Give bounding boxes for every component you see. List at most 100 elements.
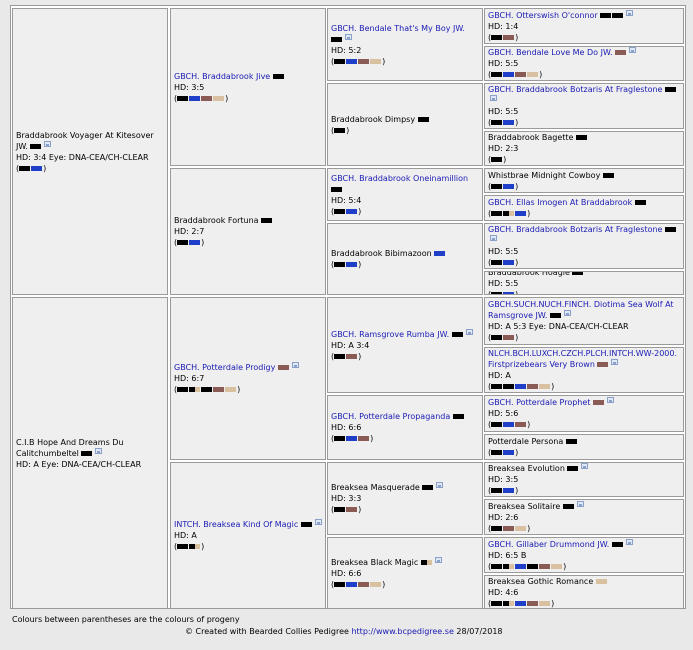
brown-colour-swatch xyxy=(346,353,358,359)
dog-name: Breaksea Masquerade xyxy=(331,483,420,492)
health-info: HD: 3:5 xyxy=(174,82,205,92)
black-colour-swatch xyxy=(602,172,614,178)
dog-name-link[interactable]: GBCH. Ramsgrove Rumba JW. xyxy=(331,330,449,339)
black-colour-swatch xyxy=(177,95,189,101)
black-colour-swatch xyxy=(452,414,464,419)
photo-icon[interactable] xyxy=(345,33,352,40)
pedigree-cell-g4-16: Breaksea Gothic Romance HD: 4:6() xyxy=(484,575,684,609)
black-colour-swatch xyxy=(19,165,31,171)
photo-icon[interactable] xyxy=(576,500,584,507)
dog-name-link[interactable]: GBCH. Braddabrook Jive xyxy=(174,72,270,81)
brown-colour-swatch xyxy=(615,50,627,55)
photo-icon[interactable] xyxy=(95,447,103,454)
dog-name: Braddabrook Dimpsy xyxy=(331,114,416,124)
credit-link[interactable]: http://www.bcpedigree.se xyxy=(351,627,453,636)
pedigree-cell-g4-7: GBCH. Braddabrook Botzaris At Fragleston… xyxy=(484,223,684,269)
photo-icon[interactable] xyxy=(611,359,619,365)
dog-name-link[interactable]: NLCH.BCH.LUXCH.CZCH.PLCH.INTCH.WW-2000. … xyxy=(488,349,677,369)
black-colour-swatch xyxy=(491,384,503,389)
photo-icon[interactable] xyxy=(465,328,473,335)
dog-name-link[interactable]: GBCH. Gillaber Drummond JW. xyxy=(488,540,609,549)
black-colour-swatch xyxy=(334,507,346,512)
photo-icon[interactable] xyxy=(291,362,299,368)
black-colour-swatch xyxy=(422,485,434,490)
dog-name-link[interactable]: GBCH. Potterdale Propaganda xyxy=(331,412,450,421)
dog-name-link[interactable]: GBCH. Potterdale Prophet xyxy=(488,398,590,407)
progeny-colours: () xyxy=(488,598,555,608)
black-colour-swatch xyxy=(491,488,503,493)
photo-icon[interactable] xyxy=(629,47,637,53)
photo-icon[interactable] xyxy=(625,538,633,545)
blue-colour-swatch xyxy=(434,251,446,256)
dog-name-link[interactable]: GBCH. Bendale That's My Boy JW. xyxy=(331,24,465,33)
dog-name-link[interactable]: GBCH. Potterdale Prodigy xyxy=(174,363,275,372)
blue-colour-swatch xyxy=(503,260,515,265)
pedigree-cell-g4-11: GBCH. Potterdale Prophet HD: 5:6 () xyxy=(484,395,684,432)
progeny-colours: () xyxy=(488,486,519,495)
progeny-colours: () xyxy=(174,385,241,394)
brown-colour-swatch xyxy=(503,34,515,40)
fawn-colour-swatch xyxy=(225,387,237,392)
photo-icon[interactable] xyxy=(314,519,322,525)
pedigree-cell-g2-3: GBCH. Potterdale Prodigy HD: 6:7 () xyxy=(170,297,326,460)
photo-icon[interactable] xyxy=(606,397,614,403)
black-colour-swatch xyxy=(417,116,429,122)
photo-icon[interactable] xyxy=(563,310,571,316)
dog-name: Braddabrook Bagette xyxy=(488,133,574,142)
progeny-colours: () xyxy=(331,56,386,66)
dog-name: Breaksea Solitaire xyxy=(488,501,561,511)
black-colour-swatch xyxy=(491,157,503,162)
blue-colour-swatch xyxy=(515,600,527,606)
health-info: HD: 5:2 xyxy=(331,45,362,55)
pedigree-cell-g4-1: GBCH. Otterswish O'connor HD: 1:4() xyxy=(484,8,684,44)
blue-colour-swatch xyxy=(31,165,43,171)
progeny-colours: () xyxy=(331,125,350,135)
dog-name-link[interactable]: GBCH. Braddabrook Oneinamillion xyxy=(331,174,468,183)
black-colour-swatch xyxy=(451,331,463,337)
progeny-colours: () xyxy=(331,351,362,361)
pedigree-cell-g2-2: Braddabrook Fortuna HD: 2:7 () xyxy=(170,168,326,295)
progeny-colours: () xyxy=(331,505,362,514)
health-info: HD: A xyxy=(488,371,511,380)
pedigree-cell-g4-9: GBCH.SUCH.NUCH.FINCH. Diotima Sea Wolf A… xyxy=(484,297,684,345)
health-info: HD: A 3:4 xyxy=(331,340,370,350)
pedigree-cell-g4-3: GBCH. Braddabrook Botzaris At Fragleston… xyxy=(484,83,684,129)
blue-colour-swatch xyxy=(346,436,358,441)
black-colour-swatch xyxy=(549,313,561,318)
pedigree-cell-g3-5: GBCH. Ramsgrove Rumba JW. HD: A 3:4() xyxy=(327,297,483,393)
photo-icon[interactable] xyxy=(434,556,442,563)
photo-icon[interactable] xyxy=(436,482,444,488)
brown-colour-swatch xyxy=(539,563,551,569)
black-colour-swatch xyxy=(81,450,93,456)
progeny-colours: () xyxy=(174,542,205,551)
brown-colour-swatch xyxy=(201,95,213,101)
photo-icon[interactable] xyxy=(490,95,497,101)
dog-name: Breaksea Gothic Romance xyxy=(488,576,594,586)
dog-name-link[interactable]: GBCH. Bendale Love Me Do JW. xyxy=(488,48,613,57)
photo-icon[interactable] xyxy=(581,463,589,469)
dog-name-link[interactable]: GBCH. Braddabrook Botzaris At Fragleston… xyxy=(488,225,662,234)
photo-icon[interactable] xyxy=(490,235,497,241)
black-colour-swatch xyxy=(491,72,503,77)
dog-name-link[interactable]: GBCH. Braddabrook Botzaris At Fragleston… xyxy=(488,85,662,94)
dog-name-link[interactable]: GBCH. Ellas Imogen At Braddabrook xyxy=(488,198,632,207)
dog-name-link[interactable]: GBCH.SUCH.NUCH.FINCH. Diotima Sea Wolf A… xyxy=(488,300,674,320)
photo-icon[interactable] xyxy=(44,140,52,147)
black-colour-swatch xyxy=(491,260,503,265)
dog-name-link[interactable]: GBCH. Otterswish O'connor xyxy=(488,11,598,20)
black-colour-swatch xyxy=(331,36,342,42)
health-info: HD: 4:6 xyxy=(488,587,519,597)
black-colour-swatch xyxy=(567,466,579,471)
dog-name-link[interactable]: INTCH. Breaksea Kind Of Magic xyxy=(174,520,298,529)
progeny-colours: () xyxy=(488,523,531,533)
photo-icon[interactable] xyxy=(626,9,634,16)
dog-name: Braddabrook Fortuna xyxy=(174,216,259,225)
blackfawn-colour-swatch xyxy=(503,211,515,216)
brown-colour-swatch xyxy=(358,581,370,587)
progeny-colours: () xyxy=(488,420,531,429)
blue-colour-swatch xyxy=(346,262,358,267)
blue-colour-swatch xyxy=(346,58,358,64)
health-info: HD: 5:4 xyxy=(331,195,362,205)
credit-line: © Created with Bearded Collies Pedigree … xyxy=(185,627,503,636)
credit-date: 28/07/2018 xyxy=(456,627,503,636)
